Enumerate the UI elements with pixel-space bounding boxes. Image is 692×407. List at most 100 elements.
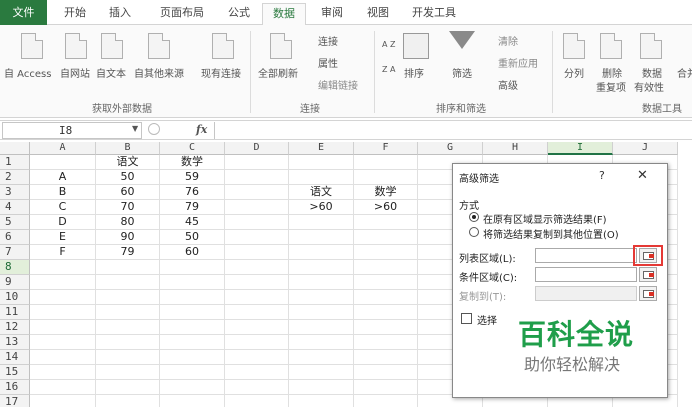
cell[interactable]: 45 [160,215,225,230]
from-text-button[interactable]: 自文本 [96,65,126,80]
cell[interactable] [225,305,289,320]
row-header[interactable]: 10 [0,290,30,305]
data-validation-line2[interactable]: 有效性 [634,79,664,94]
cell[interactable] [354,290,418,305]
cell[interactable] [160,275,225,290]
cell[interactable] [30,305,96,320]
properties-button[interactable]: 属性 [318,55,338,70]
cell[interactable] [289,335,354,350]
sort-asc-button[interactable]: A Z [382,40,396,49]
text-to-columns-button[interactable]: 分列 [564,65,584,80]
cell[interactable]: 50 [96,170,160,185]
cell[interactable] [354,335,418,350]
row-header[interactable]: 3 [0,185,30,200]
cell[interactable] [96,275,160,290]
row-header[interactable]: 8 [0,260,30,275]
cell[interactable] [225,275,289,290]
cell[interactable]: 70 [96,200,160,215]
row-header[interactable]: 15 [0,365,30,380]
cell[interactable] [354,320,418,335]
cell[interactable] [354,260,418,275]
cell[interactable] [30,155,96,170]
row-header[interactable]: 14 [0,350,30,365]
cell[interactable] [96,335,160,350]
cell[interactable] [289,365,354,380]
cell[interactable] [30,335,96,350]
tab-insert[interactable]: 插入 [100,3,140,25]
cell[interactable]: 60 [96,185,160,200]
sort-button[interactable]: 排序 [404,65,424,80]
data-validation-line1[interactable]: 数据 [642,65,662,80]
connections-button[interactable]: 连接 [318,33,338,48]
column-header-d[interactable]: D [225,142,289,155]
tab-formulas[interactable]: 公式 [220,3,258,25]
column-header-j[interactable]: J [613,142,678,155]
copy-to-radio[interactable] [469,227,479,237]
row-header[interactable]: 4 [0,200,30,215]
column-header-i[interactable]: I [548,142,613,155]
tab-file[interactable]: 文件 [0,0,47,25]
cell[interactable] [289,320,354,335]
cell[interactable] [96,380,160,395]
cell[interactable] [96,320,160,335]
name-box-dropdown-icon[interactable]: ▼ [132,124,138,133]
cell[interactable] [225,260,289,275]
cell[interactable] [160,290,225,305]
cell[interactable] [160,395,225,407]
cell[interactable]: 80 [96,215,160,230]
consolidate-button[interactable]: 合并 [677,65,692,80]
cell[interactable] [30,275,96,290]
row-header[interactable]: 9 [0,275,30,290]
column-header-c[interactable]: C [160,142,225,155]
cell[interactable] [354,245,418,260]
tab-data[interactable]: 数据 [262,3,306,26]
formula-input[interactable] [214,122,690,139]
cell[interactable] [160,335,225,350]
in-place-label[interactable]: 在原有区域显示筛选结果(F) [483,211,607,226]
cell[interactable] [289,215,354,230]
remove-duplicates-line1[interactable]: 删除 [602,65,622,80]
cell[interactable] [354,230,418,245]
cell[interactable] [96,305,160,320]
cell[interactable] [354,350,418,365]
cell[interactable]: 90 [96,230,160,245]
copy-to-option-label[interactable]: 将筛选结果复制到其他位置(O) [483,226,619,241]
cell[interactable]: D [30,215,96,230]
row-header[interactable]: 16 [0,380,30,395]
cell[interactable] [289,275,354,290]
cell[interactable] [96,395,160,407]
tab-developer[interactable]: 开发工具 [404,3,464,25]
cell[interactable] [225,185,289,200]
column-header-e[interactable]: E [289,142,354,155]
cell[interactable] [354,380,418,395]
cell[interactable]: 语文 [289,185,354,200]
edit-links-button[interactable]: 编辑链接 [318,77,358,92]
cell[interactable]: 50 [160,230,225,245]
cell[interactable]: F [30,245,96,260]
cell[interactable]: 数学 [160,155,225,170]
row-header[interactable]: 1 [0,155,30,170]
cell[interactable] [160,305,225,320]
column-header-g[interactable]: G [418,142,483,155]
in-place-radio[interactable] [469,212,479,222]
criteria-range-collapse-button[interactable] [639,267,657,282]
existing-connections-button[interactable]: 现有连接 [201,65,241,80]
cell[interactable]: B [30,185,96,200]
cell[interactable] [30,320,96,335]
cell[interactable] [96,365,160,380]
filter-button[interactable]: 筛选 [452,65,472,80]
cell[interactable] [160,320,225,335]
criteria-range-input[interactable] [535,267,637,282]
clear-filter-button[interactable]: 清除 [498,33,518,48]
cell[interactable]: 60 [160,245,225,260]
row-header[interactable]: 12 [0,320,30,335]
row-header[interactable]: 6 [0,230,30,245]
row-header[interactable]: 13 [0,335,30,350]
cell[interactable] [96,290,160,305]
from-access-button[interactable]: 自 Access [4,65,51,80]
cell[interactable] [225,320,289,335]
unique-records-label[interactable]: 选择 [477,312,497,327]
cell[interactable] [289,305,354,320]
row-header[interactable]: 5 [0,215,30,230]
cell[interactable] [96,260,160,275]
